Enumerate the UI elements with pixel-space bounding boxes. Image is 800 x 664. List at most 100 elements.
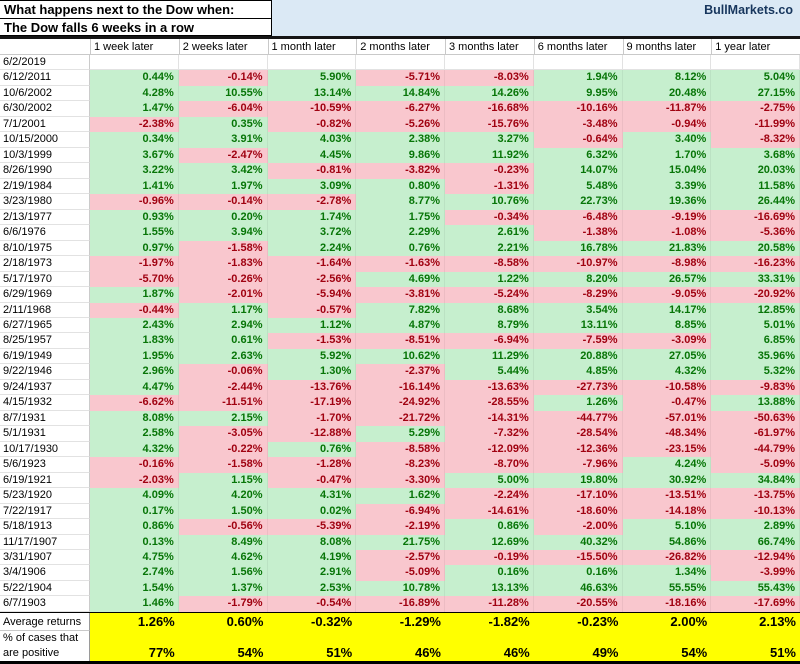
date-cell: 8/25/1957 (0, 333, 90, 349)
value-cell: -13.76% (267, 379, 357, 396)
value-cell: 6.32% (533, 147, 623, 164)
value-cell: -2.57% (356, 550, 445, 566)
percent-positive-value: 77% (148, 644, 175, 660)
value-cell: -1.38% (533, 225, 623, 241)
date-cell: 10/6/2002 (0, 85, 90, 102)
value-cell: -0.64% (533, 132, 623, 148)
value-cell: 27.05% (622, 348, 712, 365)
value-cell: 0.86% (90, 519, 179, 535)
value-cell: -28.54% (533, 426, 623, 442)
value-cell: 55.55% (622, 580, 712, 597)
value-cell: 8.12% (622, 70, 712, 86)
value-cell: 0.76% (267, 441, 357, 458)
value-cell: -18.16% (622, 596, 712, 612)
column-header: 3 months later (445, 39, 534, 54)
value-cell: -1.83% (178, 256, 268, 272)
table-row: 3/31/1907 4.75% 4.62% 4.19% -2.57% -0.19% -15.… (0, 550, 800, 566)
value-cell: 3.72% (267, 225, 357, 241)
value-cell: 66.74% (711, 534, 800, 550)
value-cell: 4.85% (533, 364, 623, 380)
value-cell: -2.00% (533, 519, 623, 535)
value-cell: -15.50% (533, 550, 623, 566)
value-cell: 1.75% (356, 209, 445, 226)
value-cell: 8.85% (622, 317, 712, 334)
value-cell: 19.80% (533, 472, 623, 489)
column-header: 1 month later (267, 39, 357, 54)
value-cell: -2.44% (178, 379, 268, 396)
value-cell: 12.85% (711, 302, 800, 318)
table-row: 7/1/2001 -2.38% 0.35% -0.82% -5.26% -15.76% -3… (0, 116, 800, 133)
value-cell: 9.95% (533, 85, 623, 102)
value-cell: -0.57% (267, 302, 357, 318)
value-cell: 2.94% (178, 317, 268, 334)
value-cell: 11.92% (445, 147, 534, 164)
value-cell: 0.34% (90, 132, 179, 148)
percent-positive-value: 46% (503, 644, 530, 660)
value-cell (711, 55, 800, 71)
value-cell: 2.96% (90, 364, 179, 380)
value-cell: 0.44% (90, 70, 179, 86)
value-cell: -8.32% (711, 132, 800, 148)
value-cell: -16.23% (711, 256, 800, 272)
value-cell: 5.10% (622, 519, 712, 535)
value-cell: -3.99% (711, 565, 800, 581)
value-cell: 5.44% (445, 364, 534, 380)
percent-positive-value: 51% (769, 644, 796, 660)
value-cell: -1.79% (178, 596, 268, 612)
table-row: 8/10/1975 0.97% -1.58% 2.24% 0.76% 2.21% 16.78… (0, 240, 800, 257)
value-cell: 11.58% (711, 178, 800, 195)
percent-positive-row: % of cases that are positive 77% 54% 51% 46… (0, 630, 800, 661)
date-cell: 9/24/1937 (0, 379, 90, 396)
percent-positive-value: 46% (414, 644, 441, 660)
date-cell: 3/4/1906 (0, 565, 90, 581)
title-band: What happens next to the Dow when: The D… (0, 0, 800, 39)
value-cell: 4.19% (267, 550, 357, 566)
value-cell: 15.04% (622, 163, 712, 179)
value-cell: 8.49% (178, 534, 268, 550)
value-cell: -1.70% (267, 410, 357, 427)
percent-positive-label-line1: % of cases that (3, 631, 79, 644)
value-cell: -5.09% (356, 565, 445, 581)
date-cell: 5/1/1931 (0, 426, 90, 442)
value-cell: 13.13% (445, 580, 534, 597)
value-cell: 9.86% (356, 147, 445, 164)
value-cell: 4.47% (90, 379, 179, 396)
brand-logo: BullMarkets.co (704, 3, 793, 17)
value-cell: 12.69% (445, 534, 534, 550)
value-cell: 14.07% (533, 163, 623, 179)
value-cell: 3.40% (622, 132, 712, 148)
value-cell: 4.31% (267, 488, 357, 504)
value-cell: -2.03% (90, 472, 179, 489)
value-cell: 1.50% (178, 503, 268, 520)
value-cell: -12.09% (445, 441, 534, 458)
value-cell: 20.58% (711, 240, 800, 257)
value-cell: 3.27% (445, 132, 534, 148)
value-cell: 26.44% (711, 194, 800, 210)
value-cell: 3.09% (267, 178, 357, 195)
table-row: 2/19/1984 1.41% 1.97% 3.09% 0.80% -1.31% 5.48%… (0, 178, 800, 195)
value-cell: 7.82% (356, 302, 445, 318)
value-cell: -8.29% (533, 287, 623, 303)
value-cell: 1.56% (178, 565, 268, 581)
value-cell: -6.62% (90, 395, 179, 411)
value-cell: -48.34% (622, 426, 712, 442)
date-cell: 11/17/1907 (0, 534, 90, 550)
table-row: 8/26/1990 3.22% 3.42% -0.81% -3.82% -0.23% 14.… (0, 163, 800, 179)
column-header: 1 year later (711, 39, 800, 54)
value-cell: 5.92% (267, 348, 357, 365)
value-cell: -5.39% (267, 519, 357, 535)
value-cell: -16.14% (356, 379, 445, 396)
value-cell: 4.20% (178, 488, 268, 504)
value-cell (356, 55, 445, 71)
value-cell: -44.79% (711, 441, 800, 458)
value-cell: 2.29% (356, 225, 445, 241)
value-cell: 5.00% (445, 472, 534, 489)
value-cell (90, 55, 179, 71)
date-cell: 10/3/1999 (0, 147, 90, 164)
value-cell: -1.08% (622, 225, 712, 241)
value-cell: -1.53% (267, 333, 357, 349)
value-cell: 1.55% (90, 225, 179, 241)
value-cell: -24.92% (356, 395, 445, 411)
value-cell: -5.26% (356, 116, 445, 133)
value-cell: -14.18% (622, 503, 712, 520)
